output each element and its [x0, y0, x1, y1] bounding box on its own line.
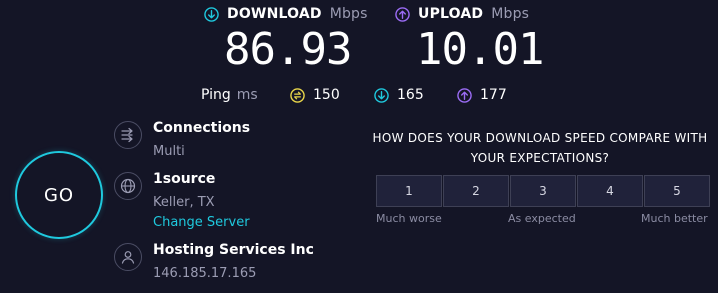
download-unit: Mbps [329, 6, 368, 22]
go-button-label: GO [43, 184, 75, 206]
download-header: DOWNLOAD Mbps [204, 6, 368, 22]
go-button[interactable]: GO [15, 151, 103, 239]
globe-icon [114, 172, 142, 200]
download-metric: DOWNLOAD Mbps [204, 6, 368, 22]
ping-upload: 177 [457, 87, 507, 103]
connections-mode: Multi [153, 144, 185, 159]
provider-title: Hosting Services Inc [153, 242, 314, 258]
server-title: 1source [153, 171, 216, 187]
ping-upload-icon [457, 87, 472, 103]
scale-mid-label: As expected [508, 212, 576, 225]
rating-scale: 1 2 3 4 5 [376, 175, 711, 207]
ping-row: Ping ms [201, 87, 258, 103]
upload-label: UPLOAD [418, 6, 484, 22]
download-arrow-icon [204, 6, 219, 22]
download-label: DOWNLOAD [227, 6, 322, 22]
user-icon [114, 243, 142, 271]
ping-idle-icon [290, 87, 305, 103]
change-server-link[interactable]: Change Server [153, 215, 250, 230]
scale-low-label: Much worse [376, 212, 442, 225]
rating-option-4[interactable]: 4 [577, 175, 643, 207]
upload-unit: Mbps [491, 6, 530, 22]
rating-option-2[interactable]: 2 [443, 175, 509, 207]
connections-title: Connections [153, 120, 251, 136]
rating-option-5[interactable]: 5 [644, 175, 710, 207]
upload-value: 10.01 [416, 24, 544, 75]
ping-upload-value: 177 [480, 87, 507, 103]
ping-download-value: 165 [397, 87, 424, 103]
survey-question: HOW DOES YOUR DOWNLOAD SPEED COMPARE WIT… [372, 128, 708, 168]
survey-question-line1: HOW DOES YOUR DOWNLOAD SPEED COMPARE WIT… [372, 131, 708, 145]
upload-metric: UPLOAD Mbps [395, 6, 529, 22]
ping-idle-value: 150 [313, 87, 340, 103]
server-location: Keller, TX [153, 195, 215, 210]
survey-question-line2: YOUR EXPECTATIONS? [470, 151, 610, 165]
provider-ip: 146.185.17.165 [153, 266, 257, 281]
upload-arrow-icon [395, 6, 410, 22]
ping-download: 165 [374, 87, 424, 103]
scale-high-label: Much better [641, 212, 708, 225]
connections-icon [114, 121, 142, 149]
ping-download-icon [374, 87, 389, 103]
ping-idle: 150 [290, 87, 340, 103]
rating-option-3[interactable]: 3 [510, 175, 576, 207]
rating-option-1[interactable]: 1 [376, 175, 442, 207]
ping-label: Ping [201, 87, 231, 103]
download-value: 86.93 [224, 24, 352, 75]
upload-header: UPLOAD Mbps [395, 6, 529, 22]
ping-unit: ms [236, 87, 258, 103]
